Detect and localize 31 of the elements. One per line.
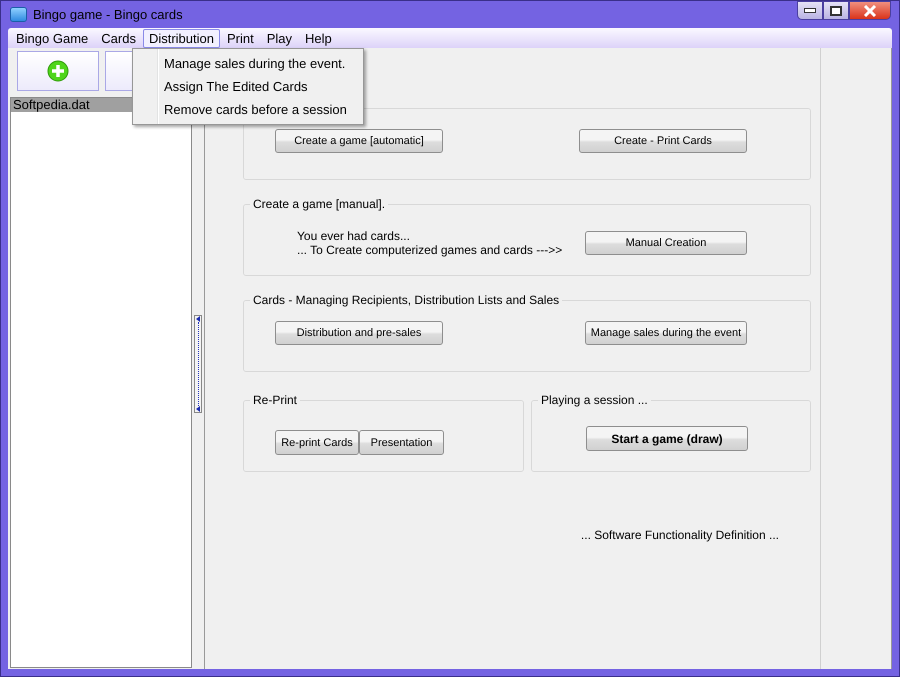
maximize-button[interactable] [823,1,849,20]
action-button[interactable]: Create a game [automatic] [275,129,443,153]
footer-text: ... Software Functionality Definition ... [580,528,779,542]
action-button[interactable]: Create - Print Cards [579,129,747,153]
info-text: You ever had cards... [297,229,411,243]
action-button[interactable]: Re-print Cards [275,430,359,455]
close-icon [862,4,878,16]
add-icon [47,60,69,82]
splitter-handle[interactable] [194,314,202,412]
menu-item[interactable]: Print [220,28,260,48]
close-button[interactable] [849,1,891,20]
action-button[interactable]: Manual Creation [585,231,747,255]
minimize-button[interactable] [797,1,823,20]
action-button[interactable]: Presentation [359,430,444,455]
group-title: Re-Print [250,393,300,407]
group-title: Cards - Managing Recipients, Distribution Lists and Sales [250,293,562,307]
window-icon [10,7,27,22]
menu-item[interactable]: Help [299,28,338,48]
menu-item[interactable]: Play [260,28,298,48]
window-title: Bingo game - Bingo cards [33,7,183,22]
action-button[interactable]: Start a game (draw) [586,426,748,451]
group-title: Playing a session ... [538,393,651,407]
menu-item[interactable]: Cards [95,28,142,48]
action-button[interactable]: Distribution and pre-sales [275,321,443,345]
group-title: Create a game [manual]. [250,197,388,211]
menu-item[interactable]: Distribution [142,28,220,48]
menu-option[interactable]: Assign The Edited Cards [133,75,363,98]
info-text: ... To Create computerized games and cards --->> [297,243,562,257]
menu-item[interactable]: Bingo Game [10,28,94,48]
menu-option[interactable]: Manage sales during the event. [133,52,363,75]
action-button[interactable]: Manage sales during the event [585,321,747,345]
